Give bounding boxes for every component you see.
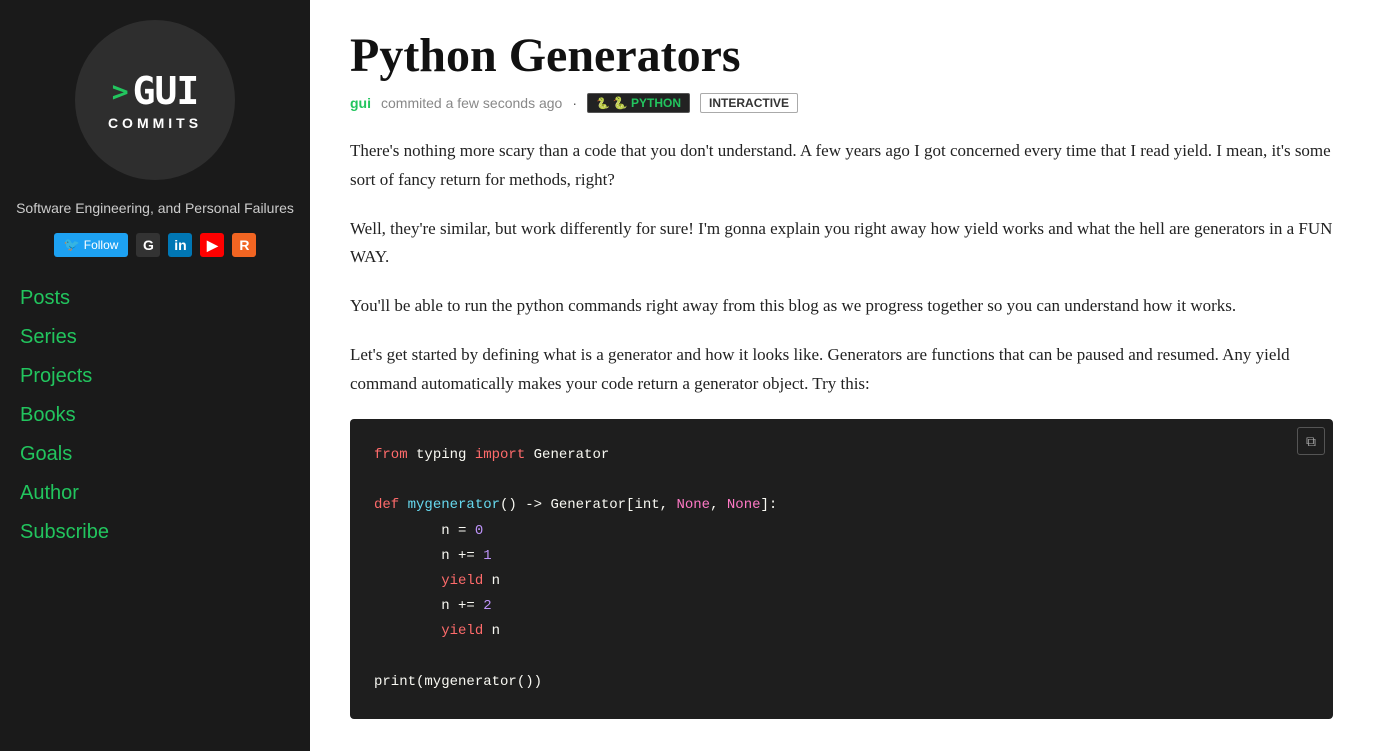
post-paragraph-1: Well, they're similar, but work differen…: [350, 215, 1333, 273]
code-block: ⧉ from typing import Generator def mygen…: [350, 419, 1333, 719]
sidebar-item-books[interactable]: Books: [16, 398, 294, 433]
logo: > GUI COMMITS: [75, 20, 235, 180]
twitter-bird-icon: 🐦: [64, 237, 80, 253]
post-time: commited a few seconds ago: [381, 95, 562, 111]
code-line-0: from typing import Generator: [374, 443, 1309, 468]
sidebar-item-series[interactable]: Series: [16, 320, 294, 355]
sidebar: > GUI COMMITS Software Engineering, and …: [0, 0, 310, 751]
code-pre: from typing import Generator def mygener…: [350, 419, 1333, 719]
code-line-9: print(mygenerator()): [374, 670, 1309, 695]
sidebar-item-posts[interactable]: Posts: [16, 281, 294, 316]
post-meta: gui commited a few seconds ago · 🐍 PYTHO…: [350, 93, 1333, 113]
code-line-3: n = 0: [374, 519, 1309, 544]
linkedin-icon[interactable]: in: [168, 233, 192, 257]
twitter-follow-label: Follow: [84, 238, 119, 252]
twitter-follow-button[interactable]: 🐦 Follow: [54, 233, 129, 257]
post-title: Python Generators: [350, 30, 1333, 83]
code-line-2: def mygenerator() -> Generator[int, None…: [374, 493, 1309, 518]
sidebar-item-author[interactable]: Author: [16, 476, 294, 511]
post-paragraph-3: Let's get started by defining what is a …: [350, 341, 1333, 399]
post-body: There's nothing more scary than a code t…: [350, 137, 1333, 399]
sidebar-item-subscribe[interactable]: Subscribe: [16, 515, 294, 550]
tagline: Software Engineering, and Personal Failu…: [16, 198, 294, 219]
post-author[interactable]: gui: [350, 95, 371, 111]
post-paragraph-2: You'll be able to run the python command…: [350, 292, 1333, 321]
sidebar-item-projects[interactable]: Projects: [16, 359, 294, 394]
code-line-7: yield n: [374, 619, 1309, 644]
github-icon[interactable]: G: [136, 233, 160, 257]
logo-gui-text: GUI: [133, 69, 199, 113]
tag-interactive[interactable]: INTERACTIVE: [700, 93, 798, 113]
post-meta-separator: ·: [572, 95, 577, 111]
copy-button[interactable]: ⧉: [1297, 427, 1325, 455]
social-row: 🐦 Follow G in ▶ R: [54, 233, 257, 257]
rss-icon[interactable]: R: [232, 233, 256, 257]
code-line-1: [374, 468, 1309, 493]
logo-arrow: >: [112, 75, 129, 108]
code-line-6: n += 2: [374, 594, 1309, 619]
code-line-8: [374, 645, 1309, 670]
sidebar-nav: Posts Series Projects Books Goals Author Subsc…: [16, 281, 294, 550]
main-content: Python Generators gui commited a few sec…: [310, 0, 1373, 751]
code-line-5: yield n: [374, 569, 1309, 594]
post-paragraph-0: There's nothing more scary than a code t…: [350, 137, 1333, 195]
tag-python[interactable]: 🐍 PYTHON: [587, 93, 690, 113]
code-line-4: n += 1: [374, 544, 1309, 569]
logo-commits-text: COMMITS: [108, 115, 202, 131]
youtube-icon[interactable]: ▶: [200, 233, 224, 257]
sidebar-item-goals[interactable]: Goals: [16, 437, 294, 472]
